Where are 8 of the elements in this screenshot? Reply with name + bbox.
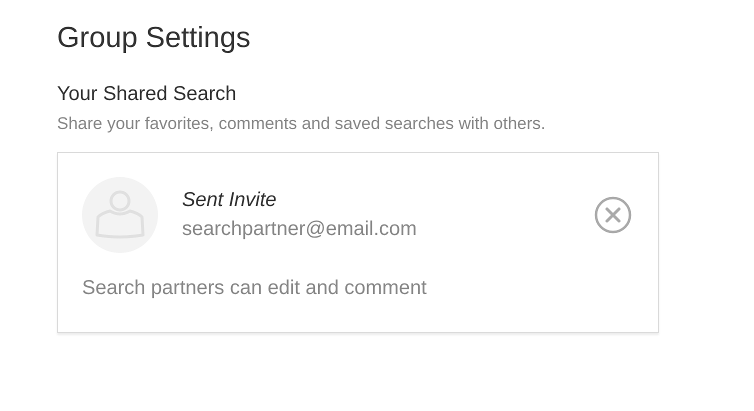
section-heading: Your Shared Search: [57, 83, 238, 106]
page-title: Group Settings: [57, 22, 252, 55]
invite-status: Sent Invite: [182, 189, 278, 212]
invite-note: Search partners can edit and comment: [82, 277, 428, 300]
close-icon[interactable]: [594, 196, 632, 234]
avatar-icon: [82, 177, 158, 253]
section-description: Share your favorites, comments and saved searches with others.: [57, 114, 547, 134]
invite-email: searchpartner@email.com: [182, 218, 418, 241]
